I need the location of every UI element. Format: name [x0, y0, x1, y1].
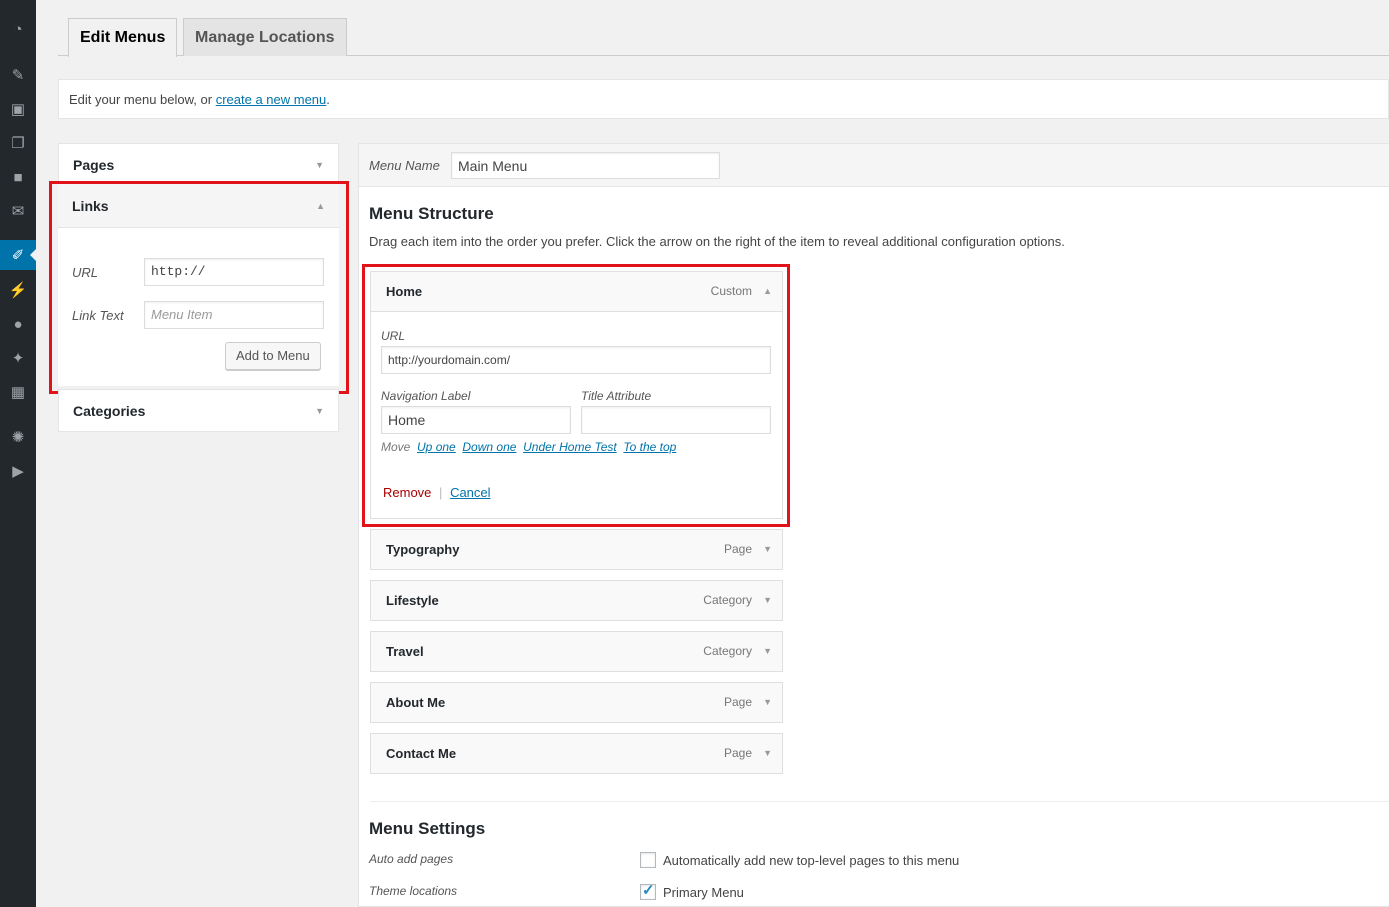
play-icon[interactable]: ▶: [0, 456, 36, 486]
auto-add-checkbox[interactable]: [640, 852, 656, 868]
menu-item-type: Page: [723, 746, 752, 760]
menu-item-type: Page: [723, 695, 752, 709]
primary-menu-checkbox[interactable]: ✓: [640, 882, 656, 900]
menu-item-type: Category: [703, 644, 752, 658]
chevron-down-icon[interactable]: ▼: [763, 683, 772, 722]
chevron-down-icon[interactable]: ▼: [315, 144, 324, 186]
tab-edit-menus[interactable]: Edit Menus: [68, 18, 178, 57]
checkmark-icon: ✓: [642, 882, 655, 899]
menu-item-title: Lifestyle: [386, 593, 439, 608]
settings-icon[interactable]: ✺: [0, 422, 36, 452]
chevron-down-icon[interactable]: ▼: [763, 632, 772, 671]
menu-item[interactable]: About Me Page ▼: [370, 682, 783, 723]
pages-title: Pages: [73, 157, 115, 173]
divider: [370, 801, 1389, 802]
menu-item[interactable]: Travel Category ▼: [370, 631, 783, 672]
menu-item-type: Page: [723, 542, 752, 556]
menu-item-type: Category: [703, 593, 752, 607]
appearance-icon[interactable]: ✐: [0, 240, 36, 270]
menu-name-label: Menu Name: [369, 158, 440, 173]
highlight-home-item: [362, 264, 790, 527]
users-icon[interactable]: ●: [0, 309, 36, 339]
categories-accordion[interactable]: Categories ▼: [58, 389, 339, 432]
menu-item-title: Travel: [386, 644, 424, 659]
auto-add-label: Auto add pages: [369, 852, 454, 866]
menu-item-title: Typography: [386, 542, 460, 557]
settings-layout-icon[interactable]: ▦: [0, 377, 36, 407]
notice-end: .: [326, 92, 330, 107]
menu-item-title: Contact Me: [386, 746, 457, 761]
categories-accordion-title[interactable]: Categories ▼: [59, 390, 338, 432]
pages-accordion[interactable]: Pages ▼: [58, 143, 339, 185]
dashboard-icon[interactable]: ◔: [0, 14, 36, 44]
pages-accordion-title[interactable]: Pages ▼: [59, 144, 338, 186]
menu-settings-title: Menu Settings: [369, 819, 486, 838]
menu-name-input[interactable]: Main Menu: [451, 152, 720, 179]
menu-structure-desc: Drag each item into the order you prefer…: [369, 234, 1065, 249]
menu-structure-title: Menu Structure: [369, 204, 494, 223]
categories-title: Categories: [73, 403, 146, 419]
pages-icon[interactable]: ❐: [0, 128, 36, 158]
menu-item-title: About Me: [386, 695, 446, 710]
tab-manage-locations[interactable]: Manage Locations: [183, 18, 347, 56]
menu-item[interactable]: Typography Page ▼: [370, 529, 783, 570]
pin-icon[interactable]: ✎: [0, 60, 36, 90]
chevron-down-icon[interactable]: ▼: [763, 581, 772, 620]
notice-text: Edit your menu below, or: [69, 92, 216, 107]
theme-locations-label: Theme locations: [369, 884, 458, 898]
plugins-icon[interactable]: ⚡: [0, 275, 36, 305]
nav-tabs: Edit Menus Manage Locations: [58, 18, 1389, 57]
admin-sidebar: ◔ ✎ ▣ ❐ ■ ✉ ✐ ⚡ ● ✦ ▦ ✺ ▶: [0, 0, 36, 907]
chevron-down-icon[interactable]: ▼: [763, 530, 772, 569]
media-icon[interactable]: ▣: [0, 94, 36, 124]
auto-add-text: Automatically add new top-level pages to…: [663, 853, 960, 868]
primary-menu-text: Primary Menu: [663, 885, 744, 900]
notice-bar: Edit your menu below, or create a new me…: [58, 79, 1389, 119]
create-new-menu-link[interactable]: create a new menu: [216, 92, 327, 107]
chevron-down-icon[interactable]: ▼: [763, 734, 772, 773]
tools-icon[interactable]: ✦: [0, 343, 36, 373]
chevron-down-icon[interactable]: ▼: [315, 390, 324, 432]
menu-item[interactable]: Lifestyle Category ▼: [370, 580, 783, 621]
menu-item[interactable]: Contact Me Page ▼: [370, 733, 783, 774]
comments-icon[interactable]: ■: [0, 162, 36, 192]
highlight-links-box: [49, 181, 349, 394]
mail-icon[interactable]: ✉: [0, 196, 36, 226]
menu-header: Menu Name Main Menu: [359, 144, 1389, 187]
